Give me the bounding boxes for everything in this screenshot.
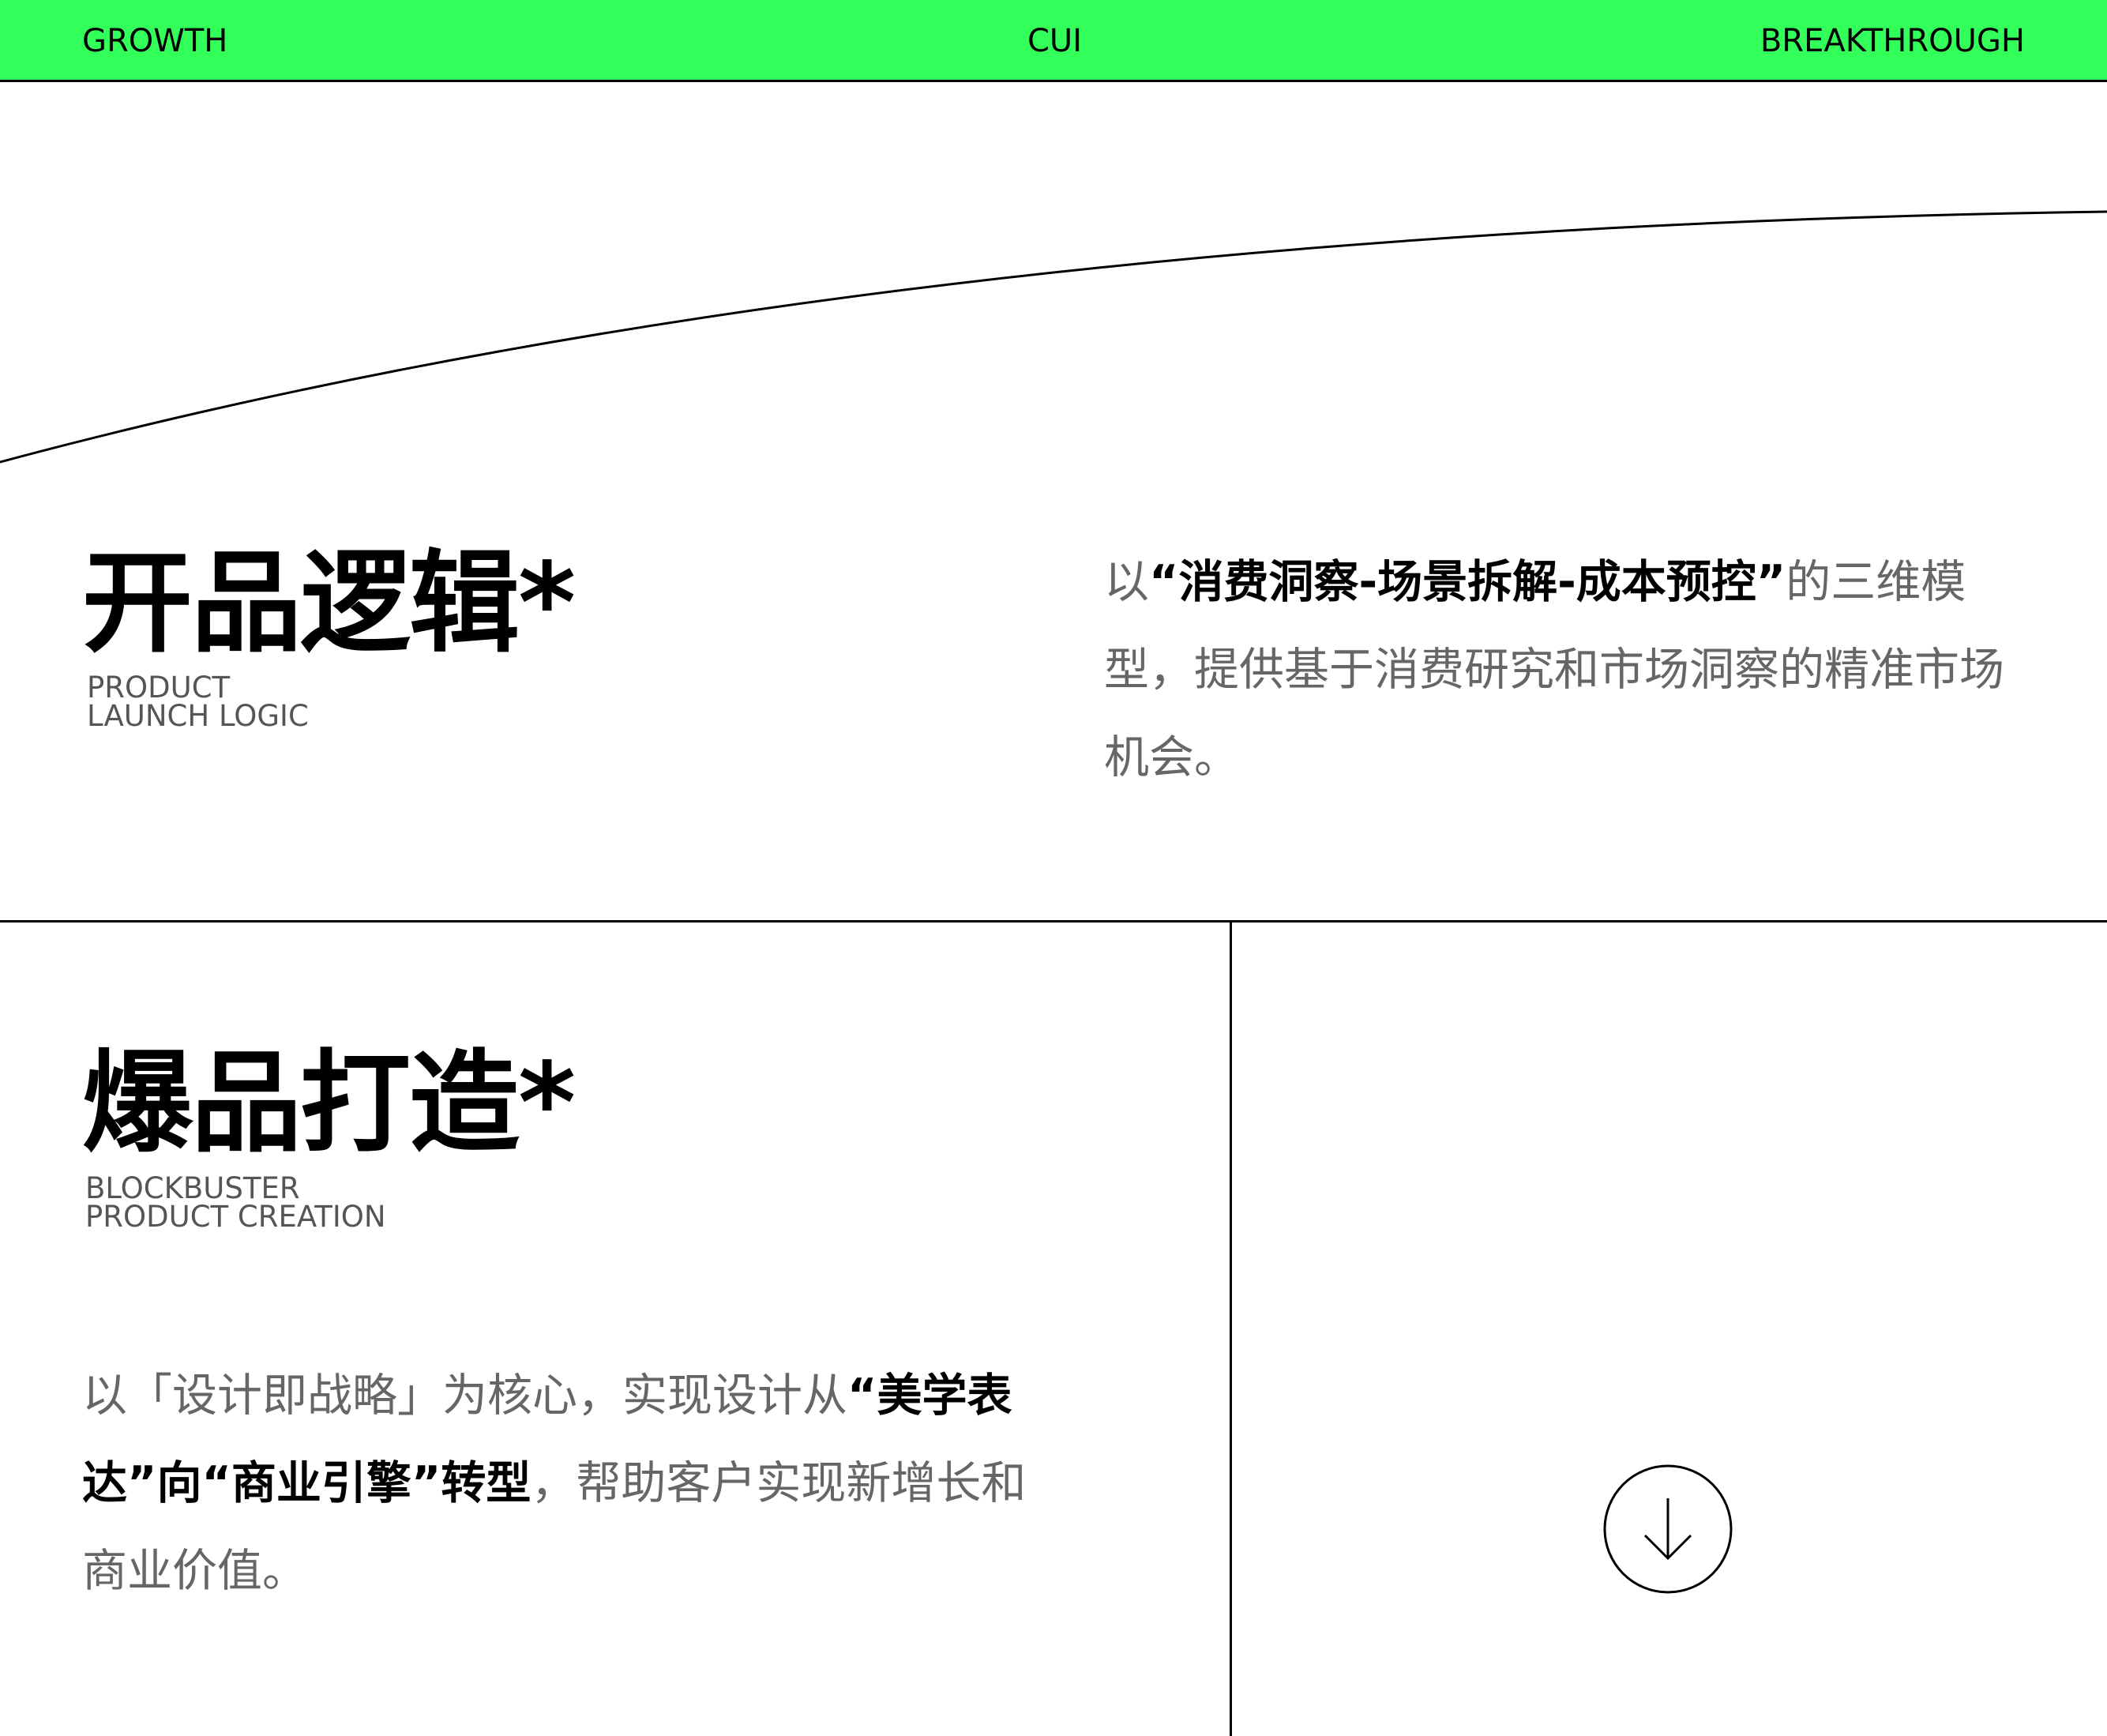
nav-growth[interactable]: GROWTH [82,21,227,62]
description-text: 以「设计即战略」为核心，实现设计从 [82,1370,847,1422]
nav-breakthrough[interactable]: BREAKTHROUGH [1760,21,2025,62]
description-highlight: “消费洞察-场景拆解-成本预控” [1149,556,1786,608]
section-title: 开品逻辑* [82,539,576,668]
section-subtitle: PRODUCT LAUNCH LOGIC [87,671,309,733]
scroll-down-button[interactable] [1602,1464,1733,1595]
decorative-curve [0,210,2107,464]
description-text: 以 [1104,556,1149,608]
vertical-divider [1230,920,1232,1736]
top-bar: GROWTH CUI BREAKTHROUGH [0,0,2107,82]
section-description: 以「设计即战略」为核心，实现设计从“美学表达”向“商业引擎”转型，帮助客户实现新… [82,1352,1069,1615]
nav-cui[interactable]: CUI [1027,21,1082,62]
arrow-down-circle-icon [1603,1464,1733,1594]
section-title: 爆品打造* [82,1039,576,1168]
section-subtitle: BLOCKBUSTER PRODUCT CREATION [85,1171,386,1234]
horizontal-divider [0,920,2107,922]
section-description: 以“消费洞察-场景拆解-成本预控”的三维模型，提供基于消费研究和市场洞察的精准市… [1104,539,2028,802]
